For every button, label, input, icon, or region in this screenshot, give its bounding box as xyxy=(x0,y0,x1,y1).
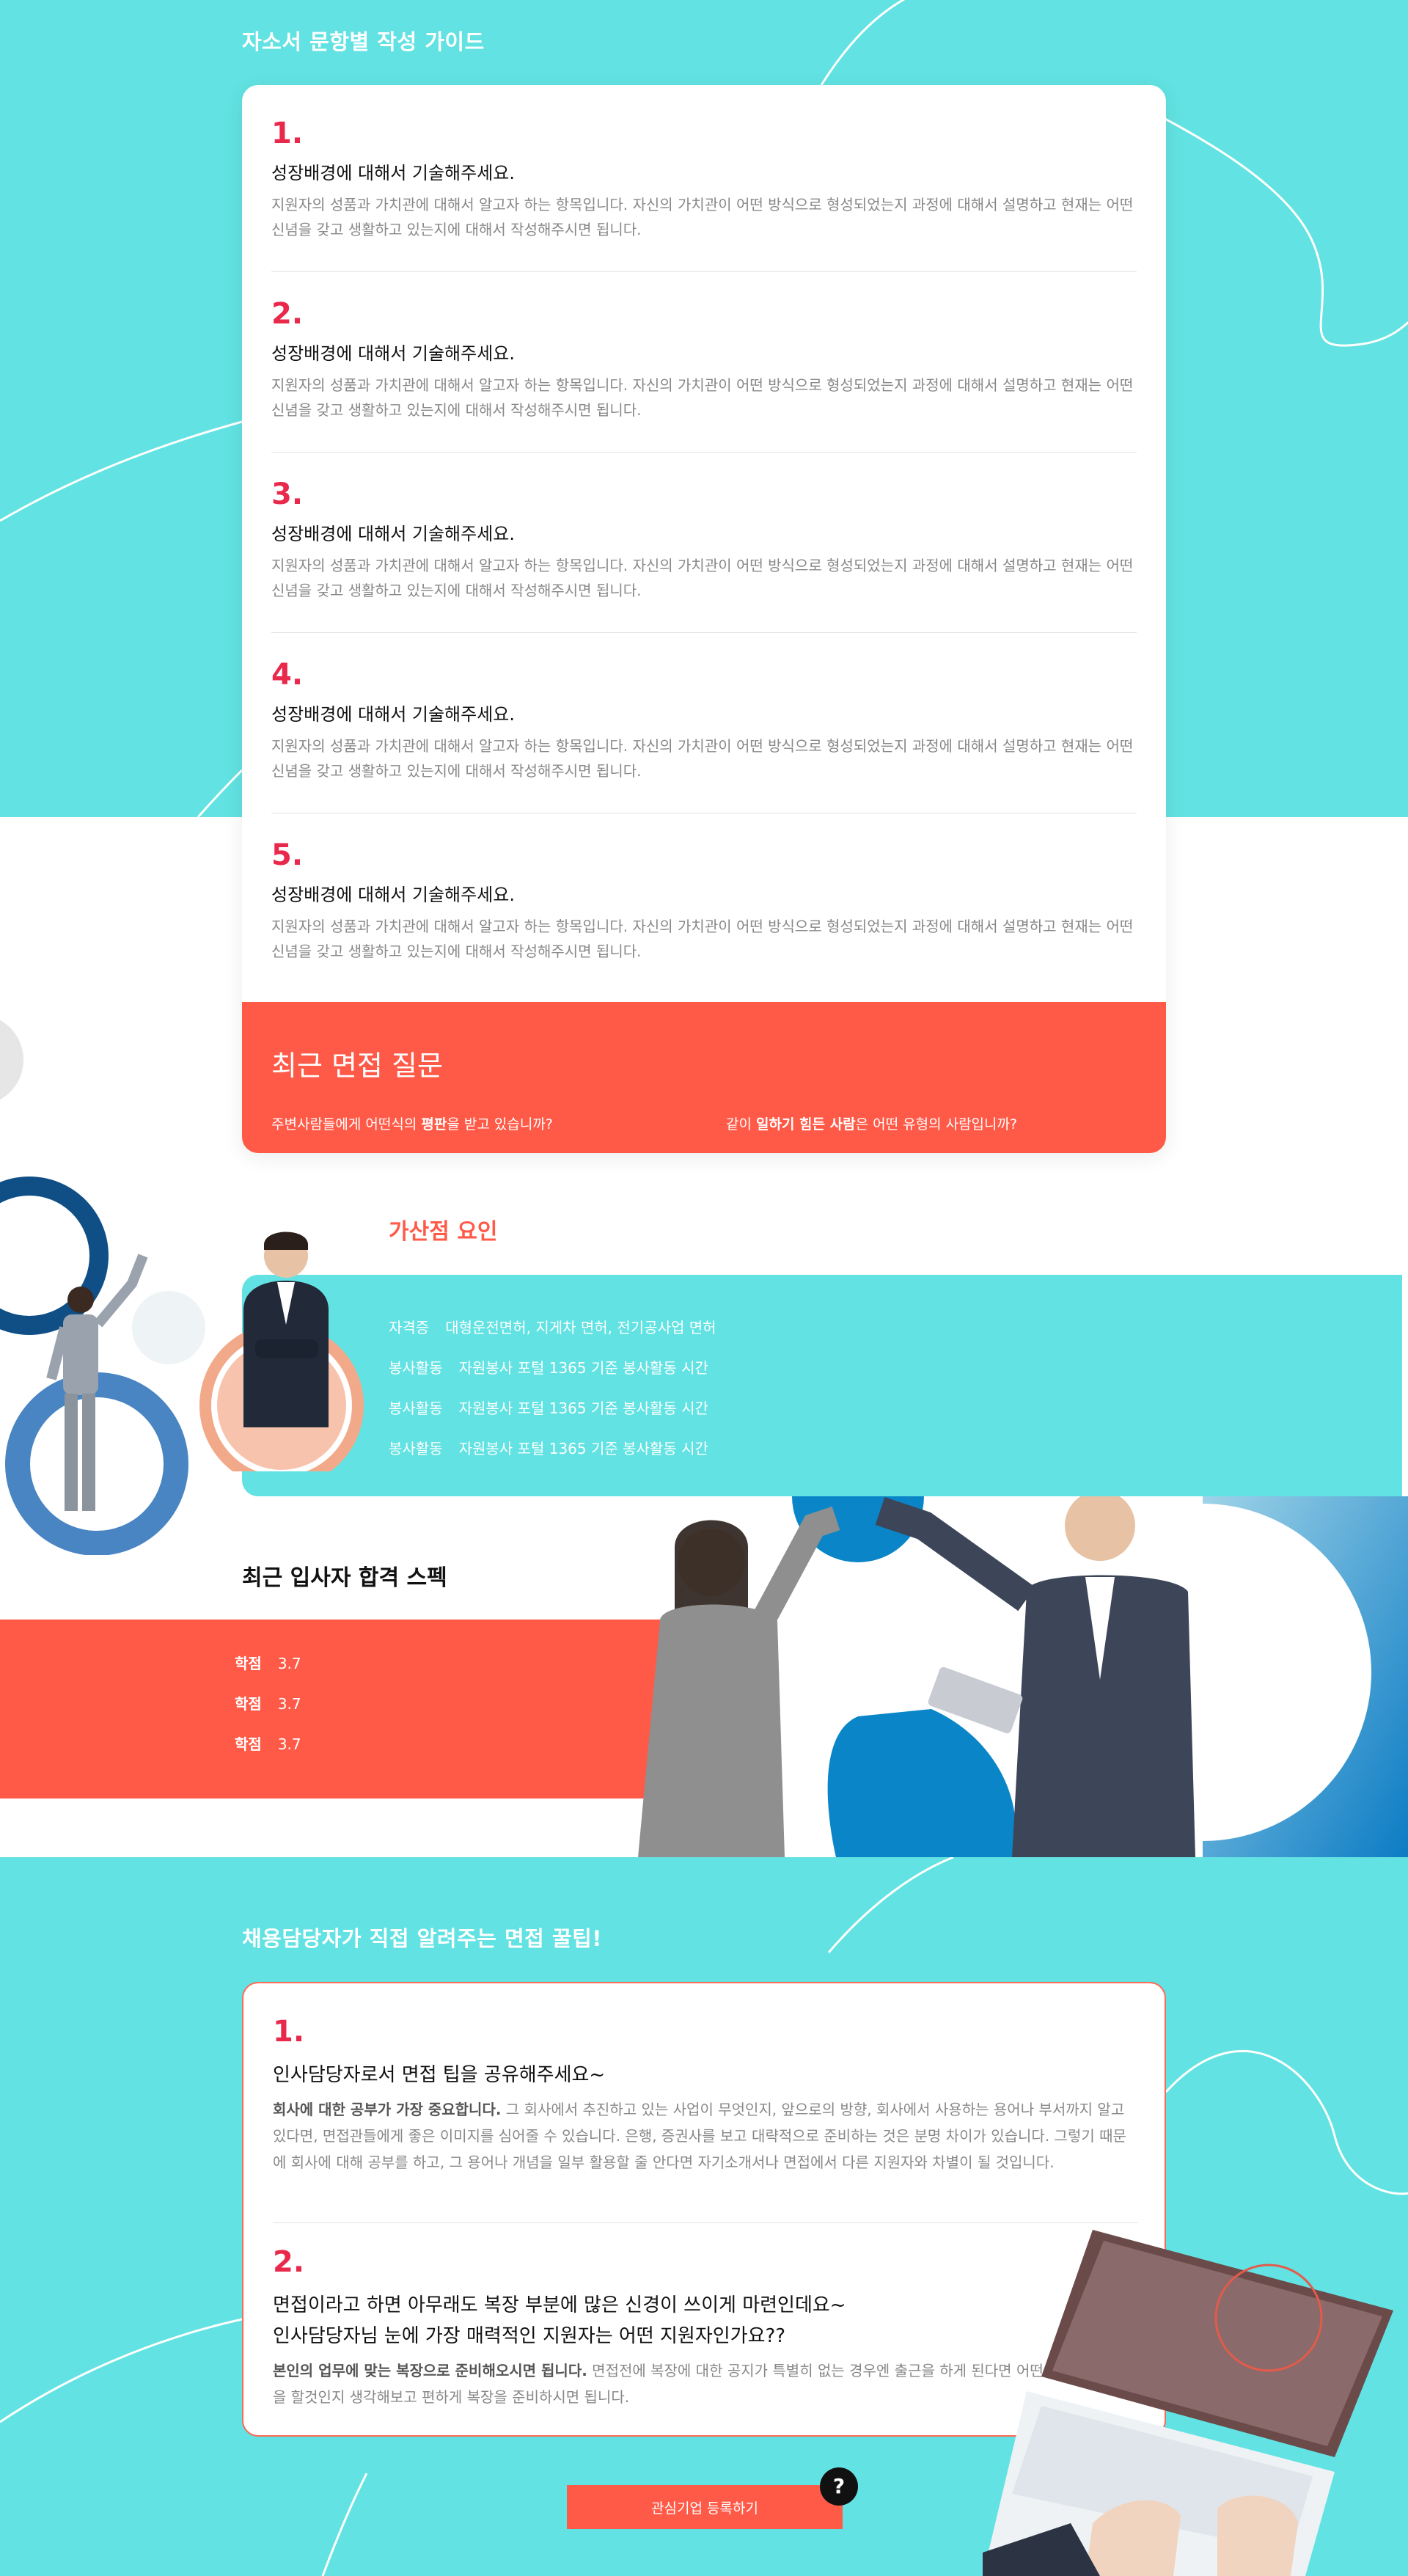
divider xyxy=(271,271,1137,272)
guide-item-question: 성장배경에 대해서 기술해주세요. xyxy=(271,163,516,183)
tip-item-answer: 회사에 대한 공부가 가장 중요합니다. 그 회사에서 추진하고 있는 사업이 … xyxy=(273,2096,1138,2176)
guide-section-title: 자소서 문항별 작성 가이드 xyxy=(242,29,485,54)
bonus-row-value: 자원봉사 포털 1365 기준 봉사활동 시간 xyxy=(458,1359,708,1377)
interview-question-text: 주변사람들에게 어떤식의 xyxy=(271,1116,422,1133)
guide-item-answer: 지원자의 성품과 가치관에 대해서 알고자 하는 항목입니다. 자신의 가치관이… xyxy=(271,557,1134,599)
guide-item: 1. 성장배경에 대해서 기술해주세요. 지원자의 성품과 가치관에 대해서 알… xyxy=(271,116,1137,242)
spec-row-value: 3.7 xyxy=(277,1735,301,1753)
tip-answer-highlight: 본인의 업무에 맞는 복장으로 준비해오시면 됩니다. xyxy=(273,2362,587,2379)
grey-circle-decoration xyxy=(0,1020,23,1100)
interview-question-text: 같이 xyxy=(726,1116,756,1133)
guide-item-question: 성장배경에 대해서 기술해주세요. xyxy=(271,704,516,725)
interview-title: 최근 면접 질문 xyxy=(271,1050,443,1082)
interview-question-highlight: 평판 xyxy=(421,1116,447,1133)
spec-row-value: 3.7 xyxy=(277,1655,301,1672)
bonus-factors-box: 자격증 대형운전면허, 지게차 면허, 전기공사업 면허 봉사활동 자원봉사 포털 … xyxy=(242,1275,1402,1496)
spec-row-key: 학점 xyxy=(235,1655,262,1672)
tip-answer-highlight: 회사에 대한 공부가 가장 중요합니다. xyxy=(273,2101,502,2118)
interview-question-text: 을 받고 있습니까? xyxy=(447,1116,553,1133)
bonus-row-key: 봉사활동 xyxy=(389,1399,443,1417)
guide-item-question: 성장배경에 대해서 기술해주세요. xyxy=(271,524,516,544)
guide-item-question: 성장배경에 대해서 기술해주세요. xyxy=(271,343,516,364)
interview-question: 같이 일하기 힘든 사람은 어떤 유형의 사람입니까? xyxy=(726,1113,1017,1133)
guide-item: 5. 성장배경에 대해서 기술해주세요. 지원자의 성품과 가치관에 대해서 알… xyxy=(271,838,1137,964)
tip-item-question: 인사담당자로서 면접 팁을 공유해주세요~ xyxy=(273,2064,606,2086)
bonus-row-key: 봉사활동 xyxy=(389,1359,443,1377)
register-interest-company-button[interactable]: 관심기업 등록하기 xyxy=(567,2485,843,2529)
guide-item-number: 3. xyxy=(271,477,304,511)
guide-item: 2. 성장배경에 대해서 기술해주세요. 지원자의 성품과 가치관에 대해서 알… xyxy=(271,296,1137,422)
divider xyxy=(271,452,1137,453)
recent-interview-questions: 최근 면접 질문 주변사람들에게 어떤식의 평판을 받고 있습니까? 같이 일하… xyxy=(242,1002,1166,1153)
bonus-section-title: 가산점 요인 xyxy=(389,1219,498,1245)
guide-item-answer: 지원자의 성품과 가치관에 대해서 알고자 하는 항목입니다. 자신의 가치관이… xyxy=(271,737,1134,780)
guide-item: 3. 성장배경에 대해서 기술해주세요. 지원자의 성품과 가치관에 대해서 알… xyxy=(271,477,1137,603)
guide-item-number: 1. xyxy=(271,117,304,150)
bonus-row-key: 봉사활동 xyxy=(389,1440,443,1457)
spec-row-value: 3.7 xyxy=(277,1695,301,1713)
bonus-row: 자격증 대형운전면허, 지게차 면허, 전기공사업 면허 xyxy=(389,1316,716,1337)
spec-row-key: 학점 xyxy=(235,1695,262,1713)
interview-question: 주변사람들에게 어떤식의 평판을 받고 있습니까? xyxy=(271,1113,553,1133)
divider xyxy=(271,632,1137,633)
bonus-row-key: 자격증 xyxy=(389,1319,430,1336)
guide-item-question: 성장배경에 대해서 기술해주세요. xyxy=(271,885,516,905)
spec-row: 학점 3.7 xyxy=(235,1692,301,1713)
tip-item-number: 1. xyxy=(273,2015,305,2049)
bonus-row-value: 자원봉사 포털 1365 기준 봉사활동 시간 xyxy=(458,1399,708,1417)
tip-item: 1. 인사담당자로서 면접 팁을 공유해주세요~ 회사에 대한 공부가 가장 중… xyxy=(273,2014,1138,2176)
man-portrait-illustration xyxy=(199,1232,364,1471)
guide-item-number: 4. xyxy=(271,658,304,692)
guide-item-number: 5. xyxy=(271,838,304,872)
tips-section-title: 채용담당자가 직접 알려주는 면접 꿀팁! xyxy=(242,1926,602,1951)
interview-question-text: 은 어떤 유형의 사람입니까? xyxy=(855,1116,1018,1133)
bonus-row: 봉사활동 자원봉사 포털 1365 기준 봉사활동 시간 xyxy=(389,1397,708,1418)
spec-section-title: 최근 입사자 합격 스펙 xyxy=(242,1565,447,1591)
spec-row-key: 학점 xyxy=(235,1735,262,1753)
guide-item-number: 2. xyxy=(271,297,304,331)
guide-item-answer: 지원자의 성품과 가치관에 대해서 알고자 하는 항목입니다. 자신의 가치관이… xyxy=(271,196,1134,238)
bonus-row-value: 대형운전면허, 지게차 면허, 전기공사업 면허 xyxy=(445,1319,716,1336)
woman-figure-illustration xyxy=(0,1177,205,1555)
bonus-row: 봉사활동 자원봉사 포털 1365 기준 봉사활동 시간 xyxy=(389,1356,708,1377)
guide-item-answer: 지원자의 성품과 가치관에 대해서 알고자 하는 항목입니다. 자신의 가치관이… xyxy=(271,376,1134,419)
spec-row: 학점 3.7 xyxy=(235,1732,301,1754)
laptop-typing-illustration xyxy=(983,2230,1393,2576)
guide-item: 4. 성장배경에 대해서 기술해주세요. 지원자의 성품과 가치관에 대해서 알… xyxy=(271,657,1137,783)
bonus-row-value: 자원봉사 포털 1365 기준 봉사활동 시간 xyxy=(458,1440,708,1457)
bonus-row: 봉사활동 자원봉사 포털 1365 기준 봉사활동 시간 xyxy=(389,1437,708,1458)
hired-spec-box: 학점 3.7 학점 3.7 학점 3.7 xyxy=(0,1620,704,1799)
guide-item-answer: 지원자의 성품과 가치관에 대해서 알고자 하는 항목입니다. 자신의 가치관이… xyxy=(271,918,1134,960)
spec-row: 학점 3.7 xyxy=(235,1652,301,1673)
interview-question-highlight: 일하기 힘든 사람 xyxy=(756,1116,856,1133)
guide-card: 1. 성장배경에 대해서 기술해주세요. 지원자의 성품과 가치관에 대해서 알… xyxy=(242,85,1166,1153)
help-button[interactable]: ? xyxy=(820,2467,858,2506)
high-five-photo-illustration xyxy=(638,1496,1408,1857)
